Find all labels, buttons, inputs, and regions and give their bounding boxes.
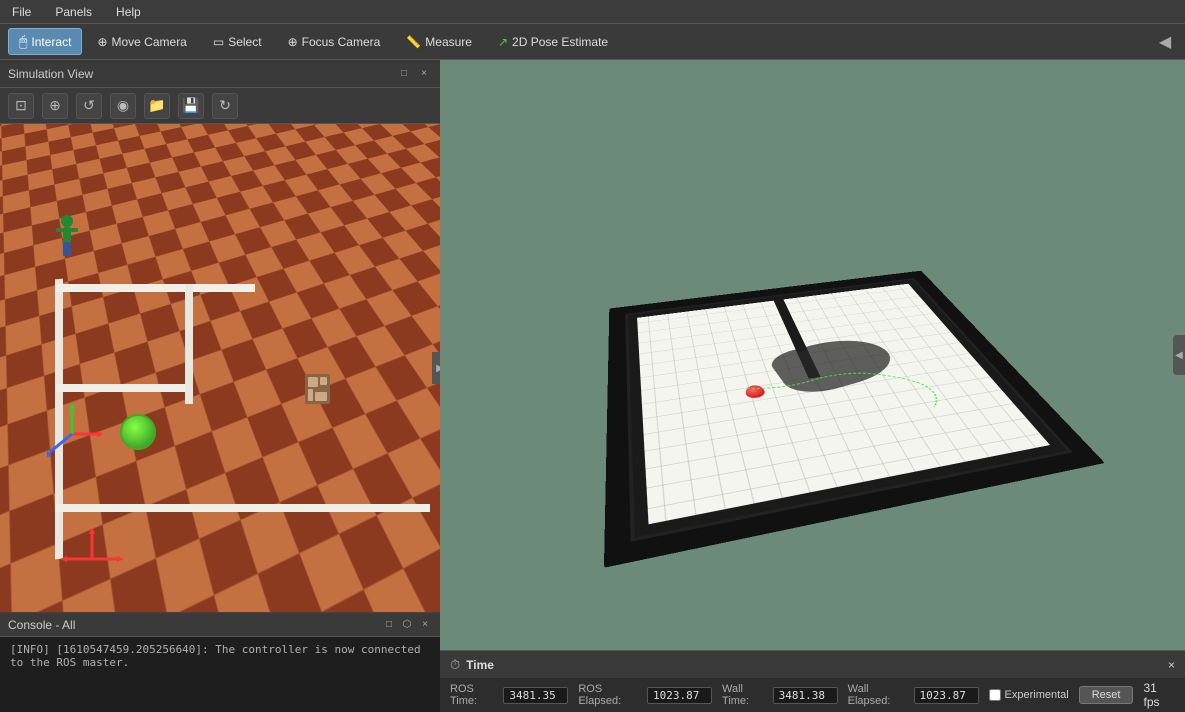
console-content: [INFO] [1610547459.205256640]: The contr… bbox=[0, 637, 440, 712]
time-close[interactable]: × bbox=[1168, 658, 1175, 672]
right-panel: ◀ ⏱ Time × ROS Time: 3481.35 ROS Elapsed… bbox=[440, 60, 1185, 712]
panels-menu[interactable]: Panels bbox=[51, 3, 96, 21]
help-menu[interactable]: Help bbox=[112, 3, 145, 21]
box-robot bbox=[300, 374, 335, 417]
status-bar: ROS Time: 3481.35 ROS Elapsed: 1023.87 W… bbox=[440, 678, 1185, 712]
wall-top bbox=[55, 284, 255, 292]
sim-tool-eye[interactable]: ◉ bbox=[110, 93, 136, 119]
interact-button[interactable]: 🖱 Interact bbox=[8, 28, 82, 55]
fps-display: 31 fps bbox=[1143, 681, 1175, 709]
axes-indicator bbox=[42, 404, 102, 467]
pose-estimate-label: 2D Pose Estimate bbox=[512, 35, 608, 49]
rviz-canvas[interactable]: ◀ bbox=[440, 60, 1185, 650]
sim-view-controls: □ × bbox=[396, 66, 432, 82]
console-close[interactable]: × bbox=[418, 618, 432, 632]
sim-tool-add[interactable]: ⊕ bbox=[42, 93, 68, 119]
measure-icon: 📏 bbox=[406, 35, 421, 49]
experimental-checkbox[interactable] bbox=[989, 689, 1001, 701]
wall-middle-h bbox=[55, 384, 185, 392]
ros-time-value: 3481.35 bbox=[503, 687, 568, 704]
sim-tool-save[interactable]: 💾 bbox=[178, 93, 204, 119]
green-robot bbox=[120, 414, 156, 450]
console-title: Console - All bbox=[8, 618, 75, 632]
reset-button[interactable]: Reset bbox=[1079, 686, 1134, 704]
time-title: Time bbox=[466, 658, 494, 672]
sim-tool-refresh[interactable]: ↻ bbox=[212, 93, 238, 119]
experimental-group: Experimental bbox=[989, 689, 1069, 701]
wall-elapsed-label: Wall Elapsed: bbox=[848, 683, 910, 707]
simulation-view-header: Simulation View □ × bbox=[0, 60, 440, 88]
experimental-label: Experimental bbox=[1005, 689, 1069, 701]
ros-time-label: ROS Time: bbox=[450, 683, 499, 707]
simulation-view-title: Simulation View bbox=[8, 67, 93, 81]
sim-toolbar: ⊡ ⊕ ↺ ◉ 📁 💾 ↻ bbox=[0, 88, 440, 124]
interact-label: Interact bbox=[31, 35, 71, 49]
console-header: Console - All □ ⬡ × bbox=[0, 613, 440, 637]
ros-elapsed-value: 1023.87 bbox=[647, 687, 712, 704]
collapse-panel-button[interactable]: ◀ bbox=[1153, 30, 1177, 54]
console-float[interactable]: ⬡ bbox=[400, 618, 414, 632]
menu-bar: File Panels Help bbox=[0, 0, 1185, 24]
measure-label: Measure bbox=[425, 35, 472, 49]
close-button[interactable]: × bbox=[416, 66, 432, 82]
map-container bbox=[625, 278, 1072, 542]
move-camera-label: Move Camera bbox=[112, 35, 187, 49]
move-camera-icon: ⊕ bbox=[97, 35, 107, 49]
wall-elapsed-group: Wall Elapsed: 1023.87 bbox=[848, 683, 979, 707]
focus-camera-label: Focus Camera bbox=[302, 35, 381, 49]
pose-estimate-button[interactable]: ↗ 2D Pose Estimate bbox=[487, 30, 619, 54]
left-panel: Simulation View □ × ⊡ ⊕ ↺ ◉ 📁 💾 ↻ bbox=[0, 60, 440, 712]
console-message: [INFO] [1610547459.205256640]: The contr… bbox=[10, 643, 421, 669]
select-label: Select bbox=[228, 35, 261, 49]
human-figure bbox=[52, 214, 82, 262]
focus-camera-button[interactable]: ⊕ Focus Camera bbox=[277, 30, 392, 54]
console-minimize[interactable]: □ bbox=[382, 618, 396, 632]
wall-bottom bbox=[55, 504, 430, 512]
ros-elapsed-label: ROS Elapsed: bbox=[578, 683, 643, 707]
select-button[interactable]: ▭ Select bbox=[202, 30, 273, 54]
panel-collapse-handle[interactable]: ▶ bbox=[432, 352, 440, 384]
minimize-button[interactable]: □ bbox=[396, 66, 412, 82]
time-icon: ⏱ bbox=[450, 657, 460, 673]
main-toolbar: 🖱 Interact ⊕ Move Camera ▭ Select ⊕ Focu… bbox=[0, 24, 1185, 60]
red-arrows bbox=[52, 529, 132, 592]
time-header: ⏱ Time × bbox=[440, 650, 1185, 678]
console-area: Console - All □ ⬡ × [INFO] [1610547459.2… bbox=[0, 612, 440, 712]
measure-button[interactable]: 📏 Measure bbox=[395, 30, 483, 54]
sim-tool-folder[interactable]: 📁 bbox=[144, 93, 170, 119]
interact-icon: 🖱 bbox=[19, 33, 27, 50]
main-area: Simulation View □ × ⊡ ⊕ ↺ ◉ 📁 💾 ↻ bbox=[0, 60, 1185, 712]
sim-view-tool-1[interactable]: ⊡ bbox=[8, 93, 34, 119]
focus-camera-icon: ⊕ bbox=[288, 35, 298, 49]
wall-inner-v bbox=[185, 284, 193, 404]
toolbar-right: ◀ bbox=[1153, 30, 1177, 54]
wall-time-value: 3481.38 bbox=[773, 687, 838, 704]
ros-time-group: ROS Time: 3481.35 bbox=[450, 683, 568, 707]
simulation-canvas[interactable]: ▶ bbox=[0, 124, 440, 612]
bottom-bar: ⏱ Time × ROS Time: 3481.35 ROS Elapsed: … bbox=[440, 650, 1185, 712]
wall-elapsed-value: 1023.87 bbox=[914, 687, 979, 704]
file-menu[interactable]: File bbox=[8, 3, 35, 21]
rviz-collapse-handle[interactable]: ◀ bbox=[1173, 335, 1185, 375]
select-icon: ▭ bbox=[213, 35, 224, 49]
ros-elapsed-group: ROS Elapsed: 1023.87 bbox=[578, 683, 712, 707]
move-camera-button[interactable]: ⊕ Move Camera bbox=[86, 30, 197, 54]
wall-time-label: Wall Time: bbox=[722, 683, 769, 707]
scene-background: ▶ bbox=[0, 124, 440, 612]
pose-icon: ↗ bbox=[498, 35, 508, 49]
wall-time-group: Wall Time: 3481.38 bbox=[722, 683, 838, 707]
console-controls: □ ⬡ × bbox=[382, 618, 432, 632]
sim-tool-rotate[interactable]: ↺ bbox=[76, 93, 102, 119]
